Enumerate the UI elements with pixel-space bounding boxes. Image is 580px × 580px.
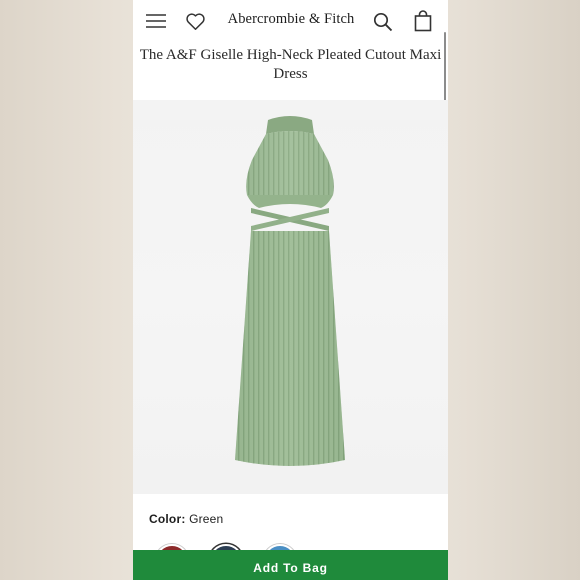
- phone-screen: Abercrombie & Fitch The A&F Giselle High…: [133, 0, 448, 580]
- dress-image: [235, 116, 345, 466]
- bag-icon[interactable]: [414, 10, 432, 37]
- color-value: Green: [189, 512, 224, 526]
- color-selector-label: Color: Green: [149, 512, 223, 526]
- menu-icon[interactable]: [145, 12, 167, 35]
- color-label: Color:: [149, 512, 186, 526]
- heart-icon[interactable]: [185, 12, 206, 36]
- search-icon[interactable]: [373, 12, 393, 37]
- brand-logo[interactable]: Abercrombie & Fitch: [225, 11, 357, 28]
- add-to-bag-button[interactable]: Add To Bag: [133, 550, 448, 580]
- top-navigation-bar: Abercrombie & Fitch: [133, 0, 448, 44]
- product-title: The A&F Giselle High-Neck Pleated Cutout…: [139, 47, 442, 82]
- product-image[interactable]: [133, 100, 448, 494]
